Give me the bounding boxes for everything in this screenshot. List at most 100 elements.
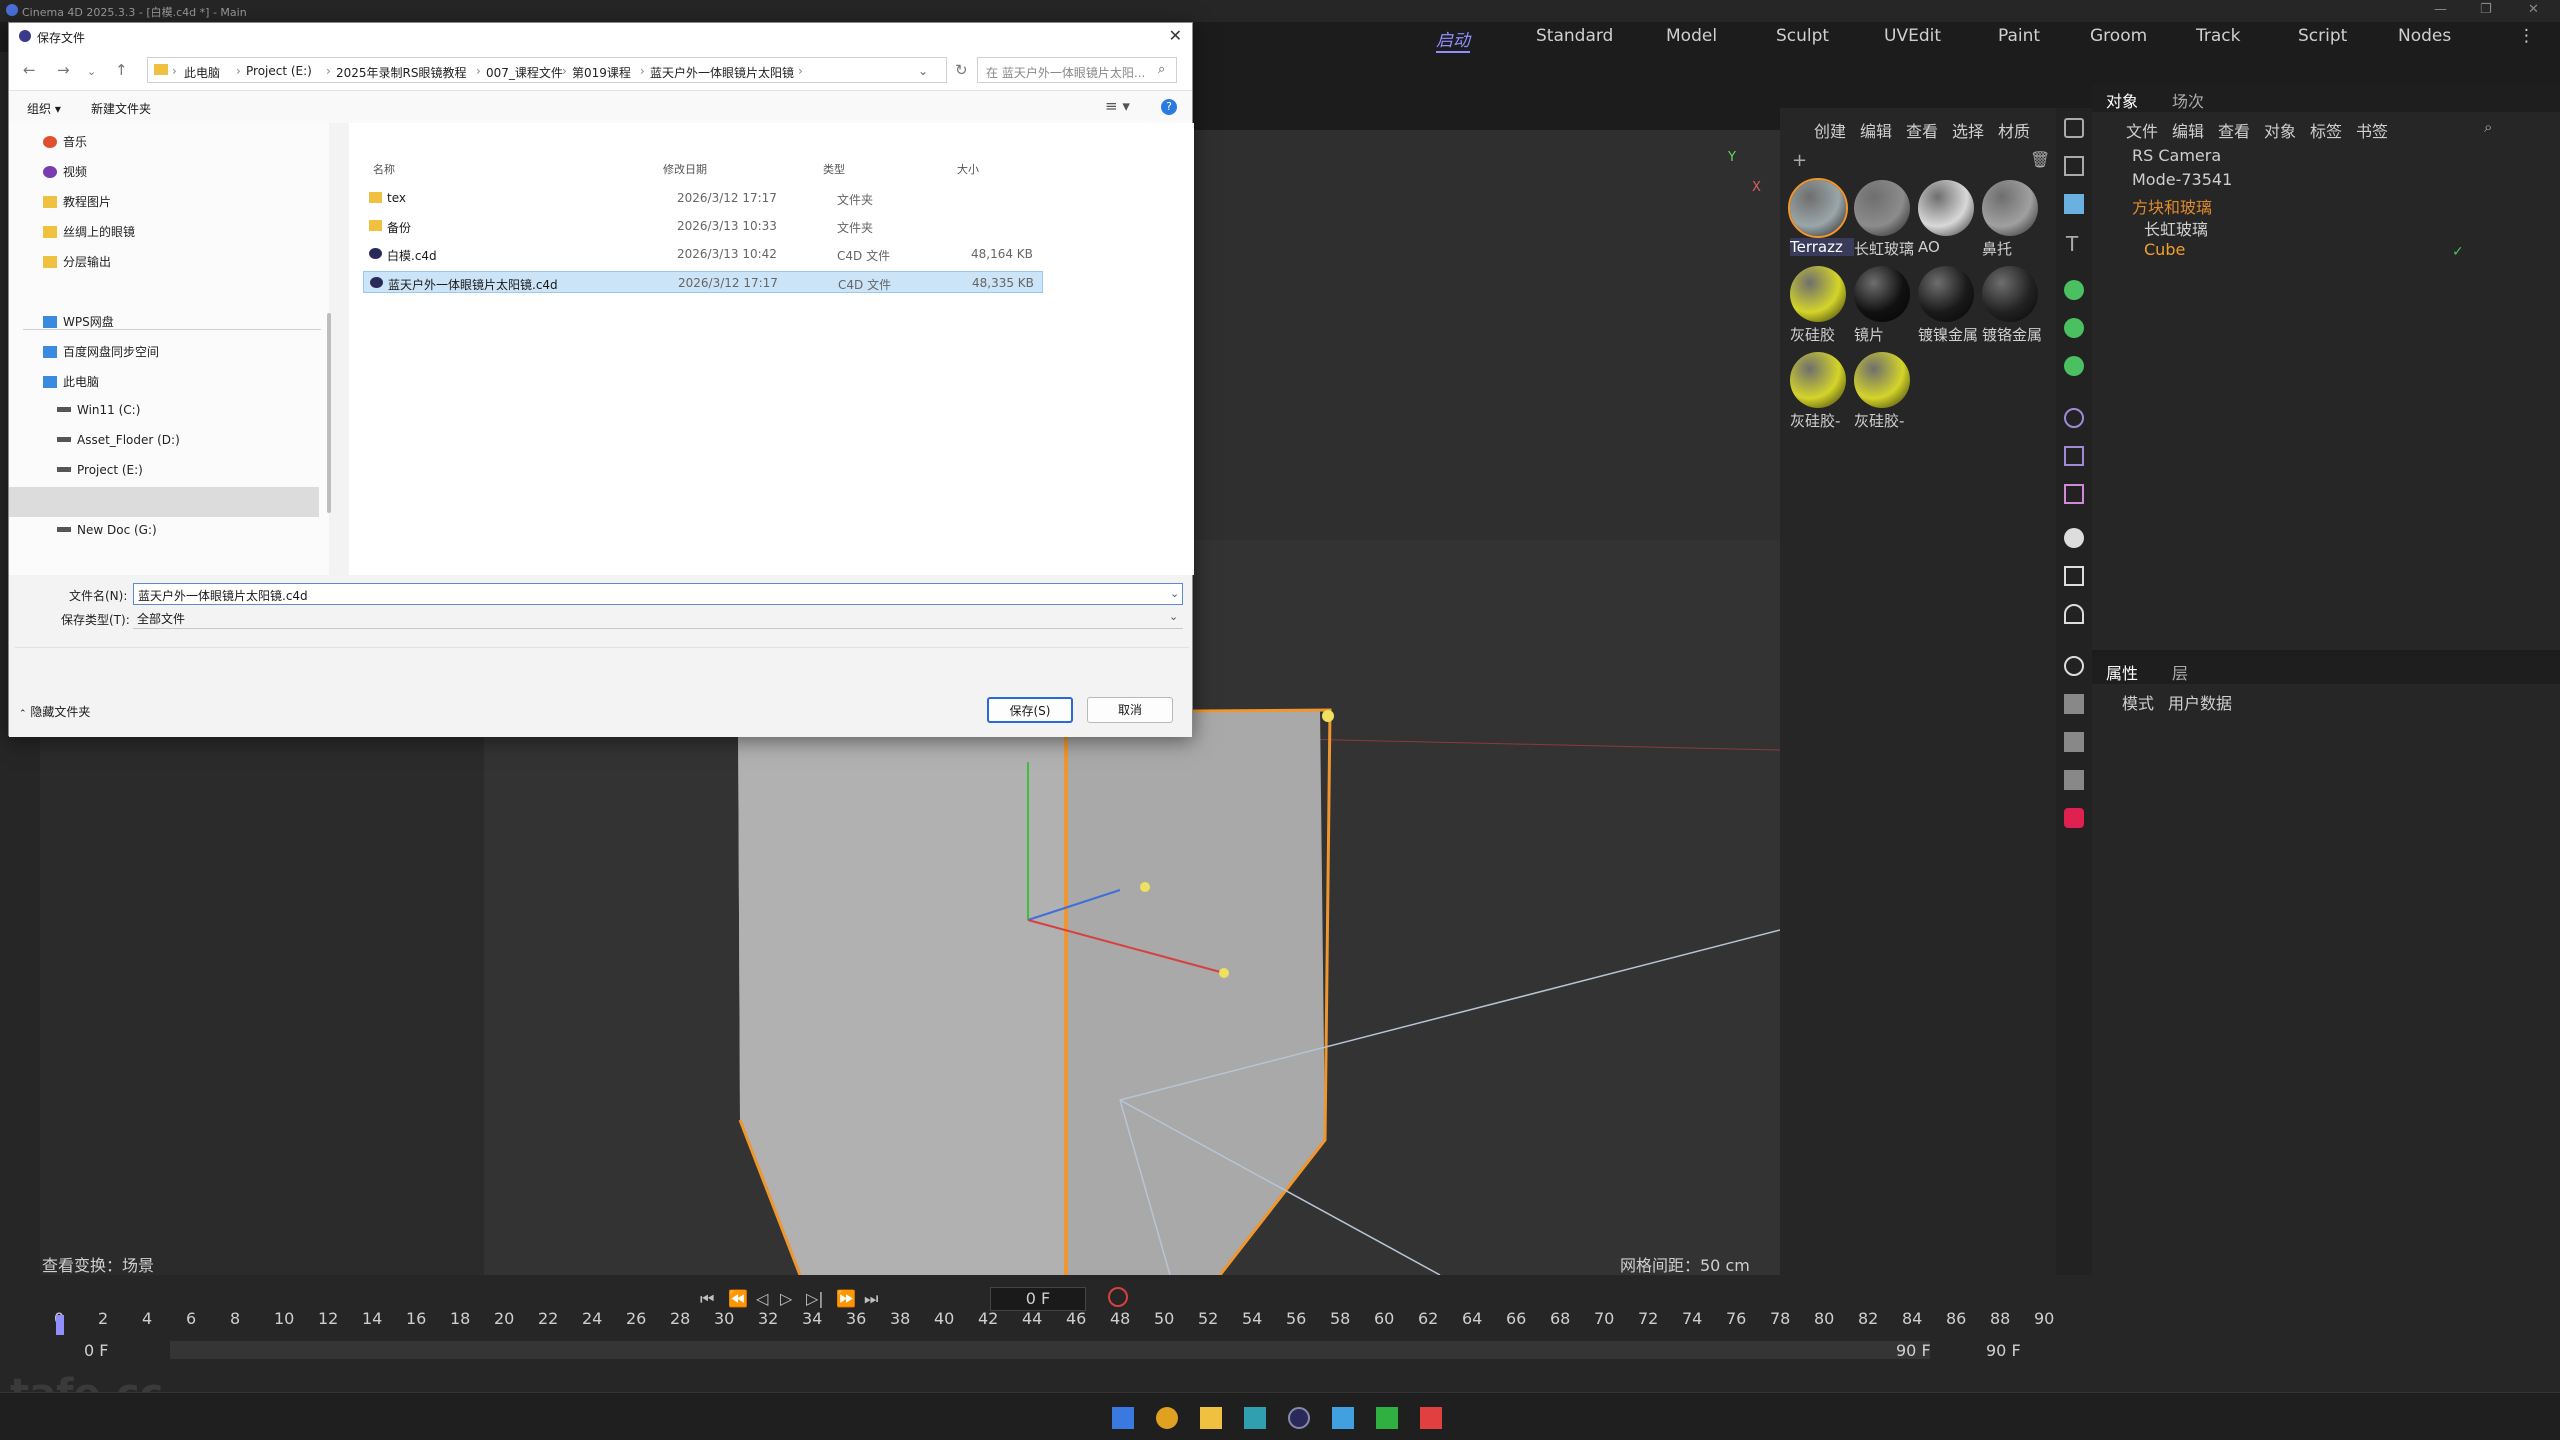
obj-menu-object[interactable]: 对象 <box>2264 118 2296 142</box>
object-rs-camera[interactable]: RS Camera <box>2132 146 2221 165</box>
next-frame-icon[interactable]: ▷| <box>806 1289 824 1308</box>
prev-frame-icon[interactable]: ◁ <box>756 1289 768 1308</box>
text-tool-icon[interactable]: T <box>2066 232 2078 256</box>
view-options-icon[interactable]: ≡ ▾ <box>1105 97 1130 115</box>
attr-menu-userdata[interactable]: 用户数据 <box>2168 690 2232 714</box>
new-folder-button[interactable]: 新建文件夹 <box>91 100 151 117</box>
object-mode-73541[interactable]: Mode-73541 <box>2132 170 2232 189</box>
material-thumbnail[interactable]: 长虹玻璃 <box>1854 180 1914 259</box>
clone-icon[interactable] <box>2064 318 2084 338</box>
material-thumbnail[interactable]: AO <box>1918 180 1976 256</box>
nav-item[interactable]: 教程图片 <box>43 193 111 210</box>
nav-item[interactable]: 丝绸上的眼镜 <box>43 223 135 240</box>
mat-menu-material[interactable]: 材质 <box>1998 118 2030 142</box>
chevron-down-icon[interactable]: ⌄ <box>1170 587 1179 600</box>
select-tool-icon[interactable] <box>2064 118 2084 138</box>
file-explorer-icon[interactable] <box>1200 1407 1222 1429</box>
light-icon[interactable] <box>2064 604 2084 624</box>
camtasia-icon[interactable] <box>1376 1407 1398 1429</box>
playhead[interactable] <box>56 1315 64 1335</box>
up-icon[interactable]: ↑ <box>115 61 128 79</box>
material-thumbnail[interactable]: 灰硅胶- <box>1854 352 1912 431</box>
minimize-icon[interactable]: — <box>2434 2 2447 17</box>
layout-tab-uvedit[interactable]: UVEdit <box>1884 26 1941 46</box>
nav-item[interactable]: 分层输出 <box>43 253 111 270</box>
tab-layers[interactable]: 层 <box>2172 660 2188 684</box>
field-icon[interactable] <box>2064 446 2084 466</box>
mat-menu-create[interactable]: 创建 <box>1814 118 1846 142</box>
picture-viewer-icon[interactable] <box>2064 694 2084 714</box>
end-frame-preview[interactable]: 90 F <box>1896 1341 1931 1360</box>
trash-icon[interactable]: 🗑 <box>2030 150 2050 169</box>
attr-menu-mode[interactable]: 模式 <box>2122 690 2154 714</box>
mat-menu-edit[interactable]: 编辑 <box>1860 118 1892 142</box>
add-icon[interactable]: + <box>1792 150 1807 171</box>
column-size[interactable]: 大小 <box>957 161 979 177</box>
nav-item[interactable]: 音乐 <box>43 133 87 150</box>
material-thumbnail[interactable]: 鼻托 <box>1982 180 2040 259</box>
file-row[interactable]: tex 2026/3/12 17:17 文件夹 <box>363 187 1043 209</box>
layout-tab-startup[interactable]: 启动 <box>1436 26 1470 53</box>
layout-tab-standard[interactable]: Standard <box>1536 26 1613 46</box>
play-icon[interactable]: ▷ <box>780 1289 792 1308</box>
obj-menu-bookmark[interactable]: 书签 <box>2356 118 2388 142</box>
refresh-icon[interactable]: ↻ <box>955 61 968 79</box>
camera-icon[interactable] <box>2064 566 2084 586</box>
nav-scrollbar[interactable] <box>327 313 331 513</box>
layout-tab-groom[interactable]: Groom <box>2090 26 2147 46</box>
nav-item[interactable]: 视频 <box>43 163 87 180</box>
close-icon[interactable]: ✕ <box>1169 26 1182 45</box>
obj-menu-view[interactable]: 查看 <box>2218 118 2250 142</box>
address-history-icon[interactable]: ⌄ <box>918 64 928 78</box>
more-icon[interactable]: ⋮ <box>2518 26 2535 46</box>
save-button[interactable]: 保存(S) <box>987 697 1073 723</box>
tab-takes[interactable]: 场次 <box>2172 88 2204 112</box>
file-row[interactable]: 蓝天户外一体眼镜片太阳镜.c4d 2026/3/12 17:17 C4D 文件 48,… <box>363 271 1043 293</box>
material-thumbnail[interactable]: 灰硅胶- <box>1790 352 1848 431</box>
breadcrumb-item[interactable]: 蓝天户外一体眼镜片太阳镜 <box>650 64 794 81</box>
object-ribbed-glass[interactable]: 长虹玻璃 <box>2144 216 2208 240</box>
nav-item[interactable]: Project (E:) <box>57 463 143 477</box>
filename-input[interactable]: 蓝天户外一体眼镜片太阳镜.c4d ⌄ <box>133 583 1183 605</box>
timeline-ruler[interactable]: 0246810121416182022242628303234363840424… <box>54 1309 2054 1333</box>
app-icon[interactable] <box>1332 1407 1354 1429</box>
layout-tab-nodes[interactable]: Nodes <box>2398 26 2451 46</box>
column-type[interactable]: 类型 <box>823 161 845 177</box>
obj-menu-file[interactable]: 文件 <box>2126 118 2158 142</box>
material-thumbnail[interactable]: 镀镍金属 <box>1918 266 1978 345</box>
column-date[interactable]: 修改日期 <box>663 161 707 177</box>
record-icon[interactable] <box>1108 1287 1128 1307</box>
material-thumbnail[interactable]: 镀铬金属 <box>1982 266 2042 345</box>
back-icon[interactable]: ← <box>23 61 36 79</box>
help-icon[interactable]: ? <box>1161 99 1177 115</box>
breadcrumb-item[interactable]: 007_课程文件 <box>486 64 563 81</box>
tab-attributes[interactable]: 属性 <box>2106 660 2138 684</box>
end-frame[interactable]: 90 F <box>1986 1341 2021 1360</box>
render-queue-icon[interactable] <box>2064 732 2084 752</box>
generator-icon[interactable] <box>2064 280 2084 300</box>
breadcrumb-item[interactable]: 此电脑 <box>184 64 220 81</box>
environment-icon[interactable] <box>2064 528 2084 548</box>
recorder-icon[interactable] <box>1420 1407 1442 1429</box>
next-key-icon[interactable]: ⏩ <box>836 1289 856 1308</box>
column-name[interactable]: 名称 <box>373 161 395 177</box>
forward-icon[interactable]: → <box>57 61 70 79</box>
obj-menu-tag[interactable]: 标签 <box>2310 118 2342 142</box>
tab-objects[interactable]: 对象 <box>2106 88 2138 112</box>
chrome-icon[interactable] <box>1156 1407 1178 1429</box>
prev-key-icon[interactable]: ⏪ <box>728 1289 748 1308</box>
calculator-icon[interactable] <box>1244 1407 1266 1429</box>
cinema4d-taskbar-icon[interactable] <box>1288 1407 1310 1429</box>
go-to-start-icon[interactable]: ⏮ <box>700 1289 714 1309</box>
nav-item[interactable]: New Doc (G:) <box>57 523 157 537</box>
breadcrumb-item[interactable]: 2025年录制RS眼镜教程 <box>336 64 467 81</box>
gear-icon[interactable] <box>2064 356 2084 376</box>
nav-item[interactable]: 百度网盘同步空间 <box>43 343 159 360</box>
object-group-blocks-glass[interactable]: 方块和玻璃 <box>2132 194 2212 218</box>
obj-menu-edit[interactable]: 编辑 <box>2172 118 2204 142</box>
chevron-down-icon[interactable]: ⌄ <box>87 65 96 78</box>
effector-icon[interactable] <box>2064 484 2084 504</box>
material-thumbnail[interactable]: 镜片 <box>1854 266 1912 345</box>
nav-item[interactable]: Asset_Floder (D:) <box>57 433 180 447</box>
start-frame[interactable]: 0 F <box>84 1341 108 1360</box>
